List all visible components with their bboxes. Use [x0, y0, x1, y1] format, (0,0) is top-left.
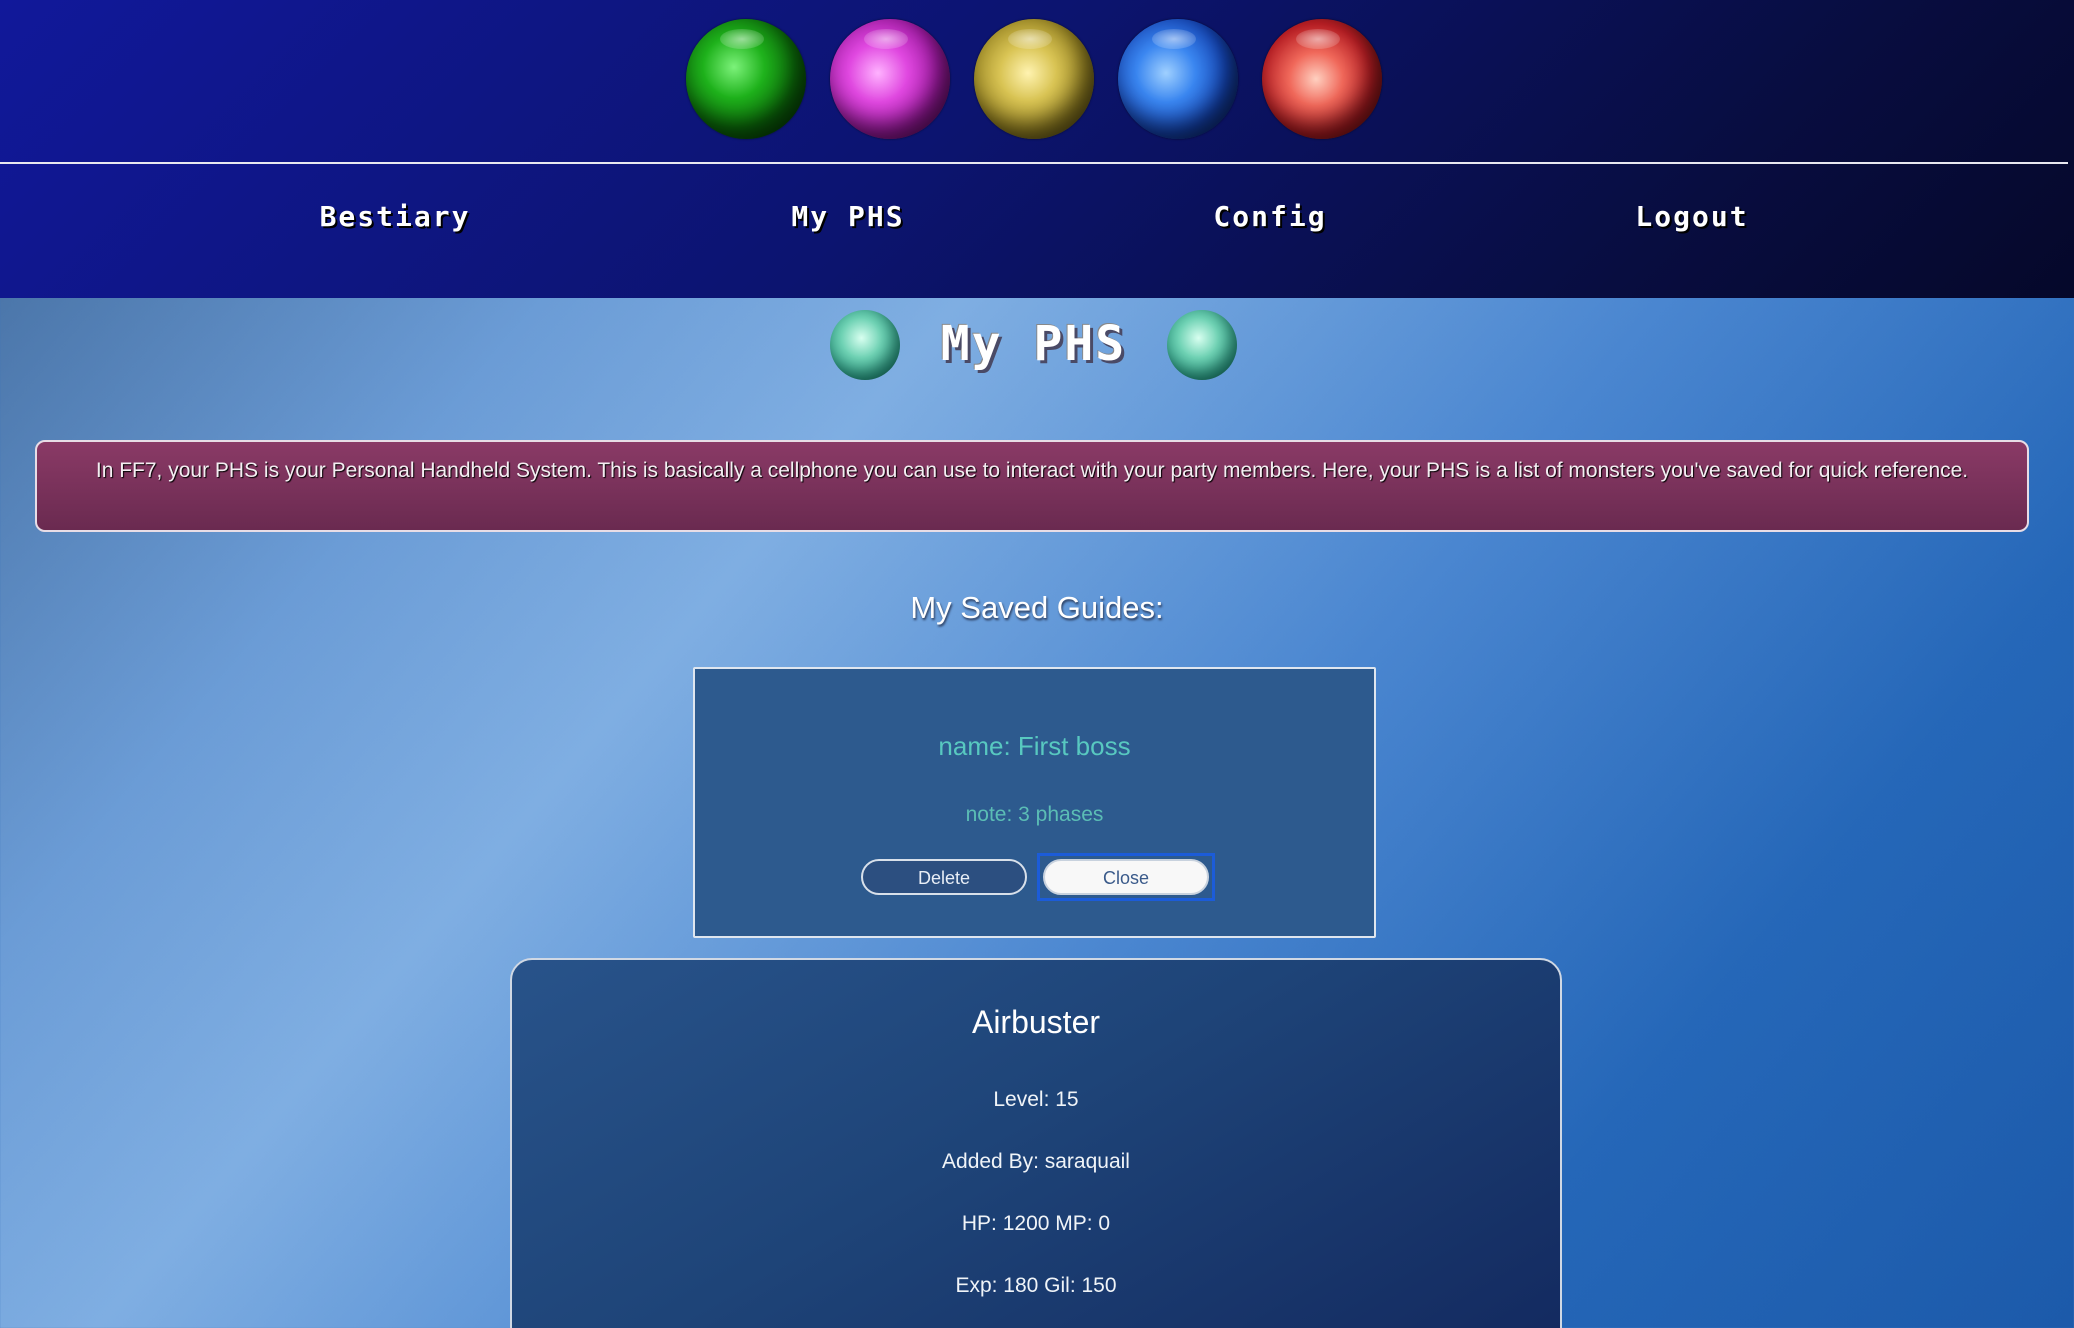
- green-materia-icon: [686, 19, 806, 139]
- delete-button[interactable]: Delete: [861, 859, 1027, 895]
- monster-added-by: Added By: saraquail: [942, 1150, 1130, 1173]
- red-materia-icon: [1262, 19, 1382, 139]
- nav-config-link[interactable]: Config: [1120, 200, 1420, 233]
- guide-note: note: 3 phases: [965, 803, 1104, 826]
- header-divider: [0, 162, 2068, 164]
- teal-materia-icon: [1167, 310, 1237, 380]
- magenta-materia-icon: [830, 19, 950, 139]
- saved-guides-heading: My Saved Guides:: [910, 590, 1164, 625]
- monster-card: Airbuster Level: 15 Added By: saraquail …: [510, 958, 1562, 1328]
- nav-my-phs-link[interactable]: My PHS: [698, 200, 998, 233]
- nav-logout-link[interactable]: Logout: [1542, 200, 1842, 233]
- monster-exp-gil: Exp: 180 Gil: 150: [955, 1274, 1117, 1297]
- info-text: In FF7, your PHS is your Personal Handhe…: [95, 459, 1969, 482]
- monster-level: Level: 15: [993, 1088, 1079, 1111]
- main-nav: Bestiary My PHS Config Logout: [0, 200, 2074, 244]
- info-banner: In FF7, your PHS is your Personal Handhe…: [35, 440, 2029, 532]
- saved-guide-card: name: First boss note: 3 phases Delete C…: [693, 667, 1376, 938]
- page-title-wrap: My PHS: [0, 310, 2074, 382]
- teal-materia-icon: [830, 310, 900, 380]
- site-header: Bestiary My PHS Config Logout: [0, 0, 2074, 298]
- materia-orb-row: [0, 19, 2074, 139]
- monster-hp-mp: HP: 1200 MP: 0: [961, 1212, 1111, 1235]
- nav-bestiary-link[interactable]: Bestiary: [245, 200, 545, 233]
- guide-name: name: First boss: [938, 731, 1131, 761]
- page-title: My PHS: [940, 316, 1127, 372]
- close-button[interactable]: Close: [1043, 859, 1209, 895]
- yellow-materia-icon: [974, 19, 1094, 139]
- blue-materia-icon: [1118, 19, 1238, 139]
- monster-name: Airbuster: [971, 1004, 1101, 1040]
